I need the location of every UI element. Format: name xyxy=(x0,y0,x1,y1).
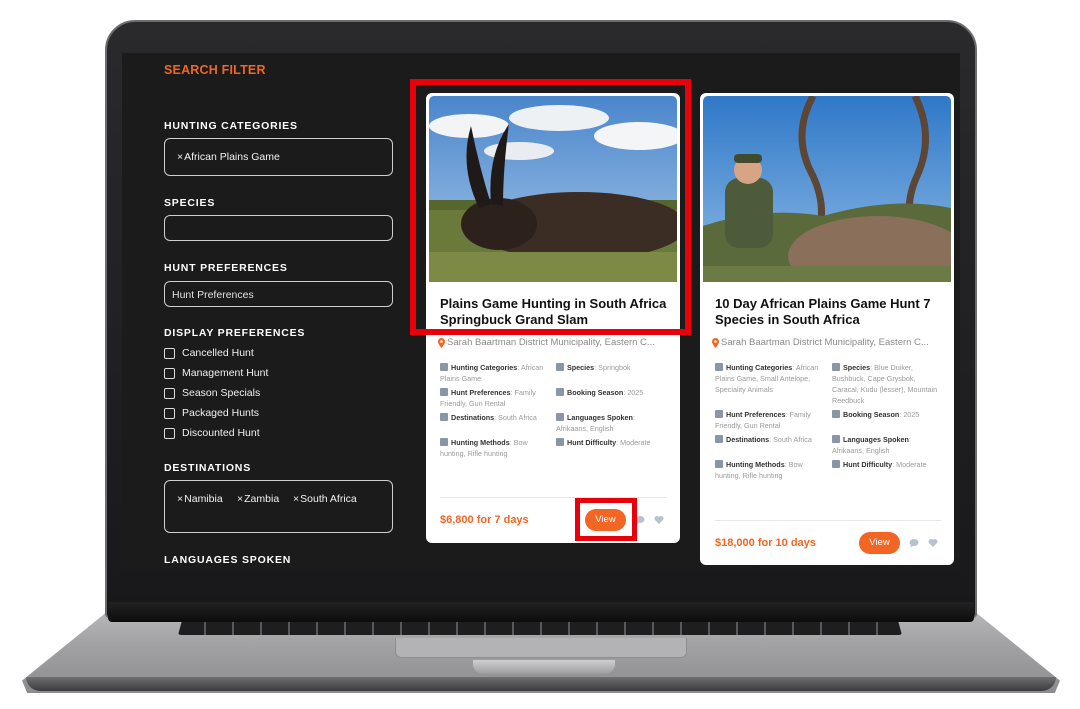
meta-hunting-categories: Hunting Categories: African Plains Game xyxy=(440,363,544,383)
category-icon xyxy=(715,363,723,371)
destinations-label: DESTINATIONS xyxy=(164,462,251,474)
languages-spoken-label: LANGUAGES SPOKEN xyxy=(164,554,292,566)
hunt-photo-kudu[interactable] xyxy=(703,96,951,282)
paw-icon xyxy=(832,363,840,371)
meta-hunting-methods: Hunting Methods: Bow hunting, Rifle hunt… xyxy=(440,438,528,458)
meta-difficulty: Hunt Difficulty: Moderate xyxy=(556,437,666,448)
checkbox-box[interactable] xyxy=(164,347,175,359)
heart-icon[interactable] xyxy=(928,538,938,548)
crosshair-icon xyxy=(440,438,448,446)
navigation-icon xyxy=(715,435,723,443)
bookmark-icon xyxy=(440,388,448,396)
species-label: SPECIES xyxy=(164,197,216,209)
checkbox-box[interactable] xyxy=(164,407,175,419)
meta-booking-season: Booking Season: 2025 xyxy=(832,409,942,420)
card-title[interactable]: 10 Day African Plains Game Hunt 7 Specie… xyxy=(715,296,945,328)
meta-hunting-categories: Hunting Categories: African Plains Game,… xyxy=(715,363,819,394)
meta-languages: Languages Spoken: Afrikaans, English xyxy=(832,435,911,455)
bookmark-icon xyxy=(715,410,723,418)
hunting-categories-label: HUNTING CATEGORIES xyxy=(164,120,298,132)
view-button[interactable]: View xyxy=(859,532,900,554)
location-pin-icon xyxy=(712,337,719,348)
card-divider xyxy=(715,520,941,521)
remove-tag-icon[interactable]: × xyxy=(177,493,183,505)
language-icon xyxy=(556,413,564,421)
search-filter-title: SEARCH FILTER xyxy=(164,63,266,77)
card-location: Sarah Baartman District Municipality, Ea… xyxy=(712,337,948,348)
meta-hunt-preferences: Hunt Preferences: Family Friendly, Gun R… xyxy=(715,410,811,430)
checkbox-box[interactable] xyxy=(164,427,175,439)
meta-destinations: Destinations: South Africa xyxy=(440,412,550,423)
destinations-select[interactable]: ×Namibia ×Zambia ×South Africa xyxy=(164,480,393,533)
species-select[interactable] xyxy=(164,215,393,241)
highlight-box-card xyxy=(410,79,691,335)
comment-icon[interactable] xyxy=(909,538,919,548)
meta-destinations: Destinations: South Africa xyxy=(715,434,825,445)
remove-tag-icon[interactable]: × xyxy=(293,493,299,505)
card-price: $6,800 for 7 days xyxy=(440,514,529,526)
hunt-card[interactable]: 10 Day African Plains Game Hunt 7 Specie… xyxy=(700,93,954,565)
hunt-preferences-label: HUNT PREFERENCES xyxy=(164,262,288,274)
meta-hunt-preferences: Hunt Preferences: Family Friendly, Gun R… xyxy=(440,388,536,408)
meta-hunting-methods: Hunting Methods: Bow hunting, Rifle hunt… xyxy=(715,460,803,480)
hunt-preferences-placeholder: Hunt Preferences xyxy=(172,289,254,301)
laptop-base-edge xyxy=(26,677,1056,691)
location-pin-icon xyxy=(438,337,445,348)
remove-tag-icon[interactable]: × xyxy=(237,493,243,505)
hunt-preferences-select[interactable]: Hunt Preferences xyxy=(164,281,393,307)
laptop-notch xyxy=(473,660,615,674)
calendar-icon xyxy=(556,388,564,396)
meta-languages: Languages Spoken: Afrikaans, English xyxy=(556,413,635,433)
meta-species: Species: Blue Duiker, Bushbuck, Cape Gry… xyxy=(832,363,938,405)
language-icon xyxy=(832,435,840,443)
display-preferences-label: DISPLAY PREFERENCES xyxy=(164,327,306,339)
highlight-box-view-button xyxy=(575,498,637,541)
category-icon xyxy=(440,363,448,371)
checkbox-management-hunt[interactable]: Management Hunt xyxy=(164,367,268,379)
tag-zambia[interactable]: ×Zambia xyxy=(237,493,279,505)
heart-icon[interactable] xyxy=(654,515,664,525)
navigation-icon xyxy=(440,413,448,421)
meta-species: Species: Springbok xyxy=(556,362,666,373)
checkbox-cancelled-hunt[interactable]: Cancelled Hunt xyxy=(164,347,254,359)
card-price: $18,000 for 10 days xyxy=(715,537,816,549)
checkbox-season-specials[interactable]: Season Specials xyxy=(164,387,260,399)
calendar-icon xyxy=(832,410,840,418)
crosshair-icon xyxy=(715,460,723,468)
tag-namibia[interactable]: ×Namibia xyxy=(177,493,223,505)
laptop-trackpad xyxy=(395,638,687,658)
remove-tag-icon[interactable]: × xyxy=(177,151,183,163)
checkbox-box[interactable] xyxy=(164,387,175,399)
paw-icon xyxy=(556,363,564,371)
meta-difficulty: Hunt Difficulty: Moderate xyxy=(832,459,942,470)
difficulty-icon xyxy=(832,460,840,468)
card-location: Sarah Baartman District Municipality, Ea… xyxy=(438,337,674,348)
hunting-categories-select[interactable]: ×African Plains Game xyxy=(164,138,393,176)
tag-south-africa[interactable]: ×South Africa xyxy=(293,493,357,505)
meta-booking-season: Booking Season: 2025 xyxy=(556,387,666,398)
checkbox-packaged-hunts[interactable]: Packaged Hunts xyxy=(164,407,259,419)
tag-african-plains-game[interactable]: ×African Plains Game xyxy=(177,151,280,163)
laptop-hinge xyxy=(108,602,974,622)
difficulty-icon xyxy=(556,438,564,446)
checkbox-discounted-hunt[interactable]: Discounted Hunt xyxy=(164,427,260,439)
checkbox-box[interactable] xyxy=(164,367,175,379)
